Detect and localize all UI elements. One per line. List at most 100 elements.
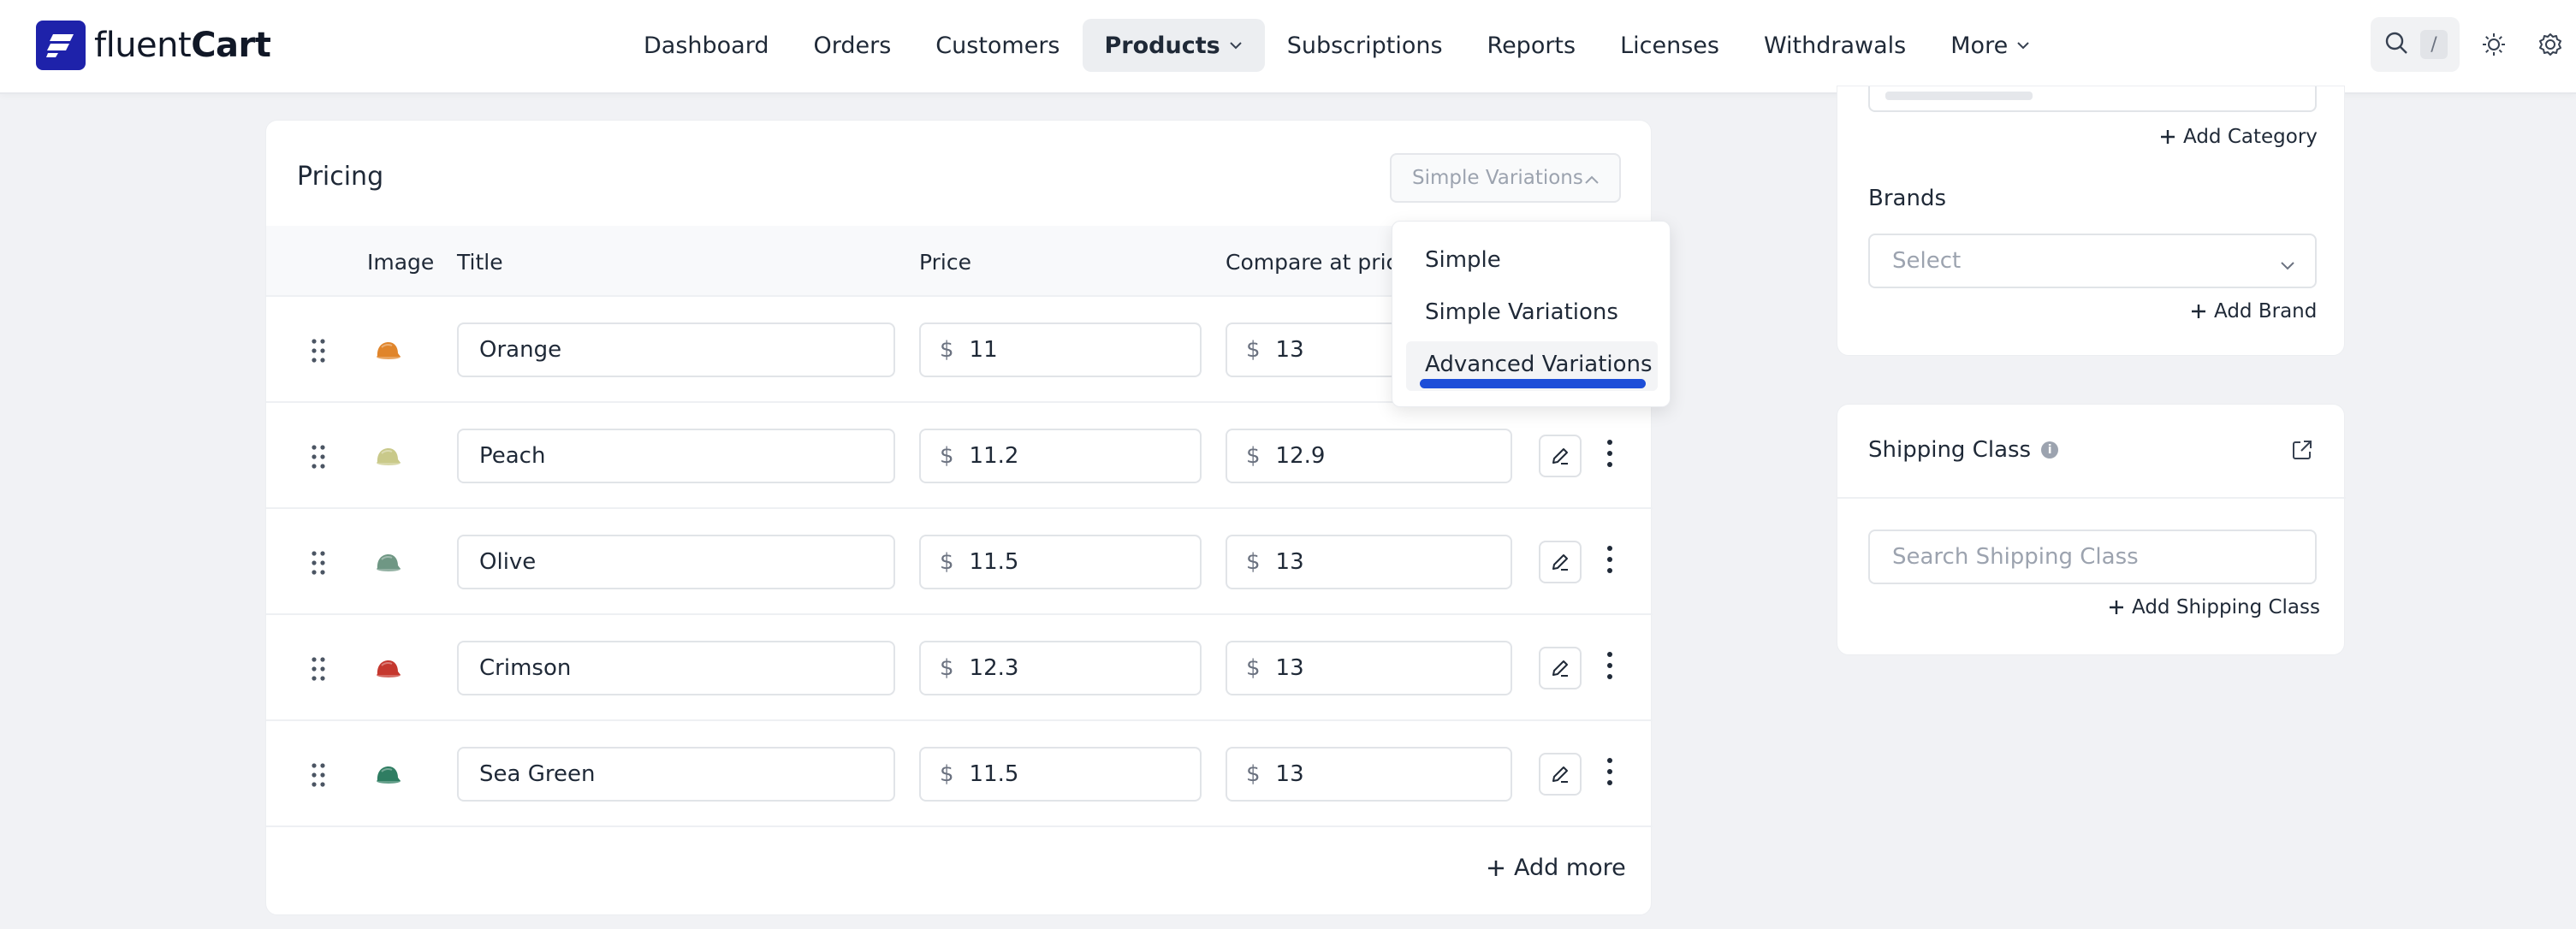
nav-more[interactable]: More	[1928, 19, 2052, 72]
settings-gear-icon[interactable]	[2535, 29, 2566, 60]
variant-title-value: Sea Green	[479, 761, 596, 787]
add-shipping-class-label: Add Shipping Class	[2132, 596, 2320, 618]
pricing-title: Pricing	[297, 162, 384, 192]
variant-image-thumbnail[interactable]	[374, 340, 401, 365]
variant-row: Olive $ 11.5 $ 13	[266, 509, 1653, 615]
variant-price-input[interactable]: $ 11.5	[919, 535, 1202, 589]
variant-title-value: Peach	[479, 443, 546, 469]
shipping-class-title: Shipping Class i	[1868, 437, 2059, 463]
variation-type-select[interactable]: Simple Variations	[1390, 153, 1621, 203]
organization-card: Add Category Brands Select Add Brand	[1837, 86, 2345, 356]
variant-title-value: Crimson	[479, 655, 572, 681]
drag-handle-icon[interactable]	[311, 338, 326, 367]
variant-title-input[interactable]: Peach	[457, 429, 895, 483]
nav-dashboard[interactable]: Dashboard	[621, 19, 791, 72]
variant-title-input[interactable]: Sea Green	[457, 747, 895, 802]
currency-symbol: $	[940, 337, 954, 363]
variant-compare-price-value: 13	[1275, 337, 1304, 363]
more-options-icon[interactable]	[1606, 545, 1613, 577]
drag-handle-icon[interactable]	[311, 444, 326, 473]
theme-toggle-sun-icon[interactable]	[2478, 29, 2509, 60]
currency-symbol: $	[1246, 761, 1261, 787]
currency-symbol: $	[940, 761, 954, 787]
chevron-down-icon	[2279, 252, 2296, 278]
add-category-button[interactable]: Add Category	[2159, 126, 2318, 148]
variant-image-thumbnail[interactable]	[374, 552, 401, 577]
option-simple[interactable]: Simple	[1425, 247, 1501, 273]
variant-price-value: 11.5	[969, 549, 1019, 575]
currency-symbol: $	[940, 655, 954, 681]
nav-licenses[interactable]: Licenses	[1598, 19, 1742, 72]
drag-handle-icon[interactable]	[311, 656, 326, 685]
shipping-class-card: Shipping Class i Search Shipping Class A…	[1837, 404, 2346, 655]
nav-withdrawals[interactable]: Withdrawals	[1742, 19, 1928, 72]
variant-compare-price-input[interactable]: $ 12.9	[1226, 429, 1512, 483]
category-select[interactable]	[1868, 86, 2317, 112]
variant-compare-price-input[interactable]: $ 13	[1226, 747, 1512, 802]
add-more-button[interactable]: Add more	[1487, 855, 1626, 881]
variant-title-input[interactable]: Olive	[457, 535, 895, 589]
more-options-icon[interactable]	[1606, 757, 1613, 790]
column-title: Title	[457, 250, 503, 275]
search-button[interactable]: /	[2371, 17, 2460, 72]
variant-image-thumbnail[interactable]	[374, 658, 401, 683]
nav-reports[interactable]: Reports	[1465, 19, 1599, 72]
variant-row: Peach $ 11.2 $ 12.9	[266, 403, 1653, 509]
nav-products[interactable]: Products	[1082, 19, 1265, 72]
edit-pencil-icon[interactable]	[1539, 435, 1582, 477]
variant-title-value: Olive	[479, 549, 537, 575]
brands-select-placeholder: Select	[1892, 248, 1962, 274]
variant-price-input[interactable]: $ 12.3	[919, 641, 1202, 695]
variant-compare-price-value: 12.9	[1275, 443, 1326, 469]
variant-compare-price-input[interactable]: $ 13	[1226, 535, 1512, 589]
shipping-class-search-input[interactable]: Search Shipping Class	[1868, 530, 2317, 584]
edit-pencil-icon[interactable]	[1539, 647, 1582, 689]
variant-title-input[interactable]: Crimson	[457, 641, 895, 695]
variant-price-value: 12.3	[969, 655, 1019, 681]
variant-price-value: 11	[969, 337, 998, 363]
info-icon[interactable]: i	[2041, 441, 2059, 459]
variation-type-dropdown: Simple Simple Variations Advanced Variat…	[1392, 221, 1671, 407]
variant-price-input[interactable]: $ 11	[919, 322, 1202, 377]
variant-row: Sea Green $ 11.5 $ 13	[266, 721, 1653, 827]
brand-logo[interactable]: fluentCart	[36, 21, 271, 70]
more-options-icon[interactable]	[1606, 439, 1613, 471]
variant-price-input[interactable]: $ 11.2	[919, 429, 1202, 483]
add-more-label: Add more	[1514, 855, 1626, 881]
currency-symbol: $	[1246, 337, 1261, 363]
brands-select[interactable]: Select	[1868, 234, 2317, 288]
more-options-icon[interactable]	[1606, 651, 1613, 683]
main-menu: Dashboard Orders Customers Products Subs…	[621, 19, 2052, 72]
nav-subscriptions[interactable]: Subscriptions	[1265, 19, 1465, 72]
brands-label: Brands	[1868, 186, 1946, 211]
variant-image-thumbnail[interactable]	[374, 446, 401, 471]
selection-highlight-bar	[1420, 379, 1646, 388]
variant-price-input[interactable]: $ 11.5	[919, 747, 1202, 802]
nav-customers[interactable]: Customers	[913, 19, 1082, 72]
variant-compare-price-value: 13	[1275, 761, 1304, 787]
currency-symbol: $	[1246, 549, 1261, 575]
option-advanced-variations[interactable]: Advanced Variations	[1425, 352, 1653, 377]
variant-image-thumbnail[interactable]	[374, 764, 401, 790]
variant-compare-price-value: 13	[1275, 549, 1304, 575]
add-brand-button[interactable]: Add Brand	[2190, 300, 2317, 322]
plus-icon	[2108, 599, 2125, 616]
nav-orders[interactable]: Orders	[791, 19, 913, 72]
drag-handle-icon[interactable]	[311, 550, 326, 579]
currency-symbol: $	[1246, 655, 1261, 681]
drag-handle-icon[interactable]	[311, 762, 326, 791]
external-link-icon[interactable]	[2291, 439, 2313, 464]
option-simple-variations[interactable]: Simple Variations	[1425, 299, 1618, 325]
brand-name: fluentCart	[94, 26, 271, 65]
search-icon	[2384, 31, 2408, 58]
add-category-label: Add Category	[2183, 126, 2318, 148]
add-shipping-class-button[interactable]: Add Shipping Class	[2108, 596, 2320, 618]
edit-pencil-icon[interactable]	[1539, 541, 1582, 583]
chevron-down-icon	[2016, 41, 2030, 50]
edit-pencil-icon[interactable]	[1539, 753, 1582, 796]
variant-title-input[interactable]: Orange	[457, 322, 895, 377]
variant-title-value: Orange	[479, 337, 562, 363]
column-price: Price	[919, 250, 971, 275]
plus-icon	[1487, 859, 1505, 878]
variant-compare-price-input[interactable]: $ 13	[1226, 641, 1512, 695]
